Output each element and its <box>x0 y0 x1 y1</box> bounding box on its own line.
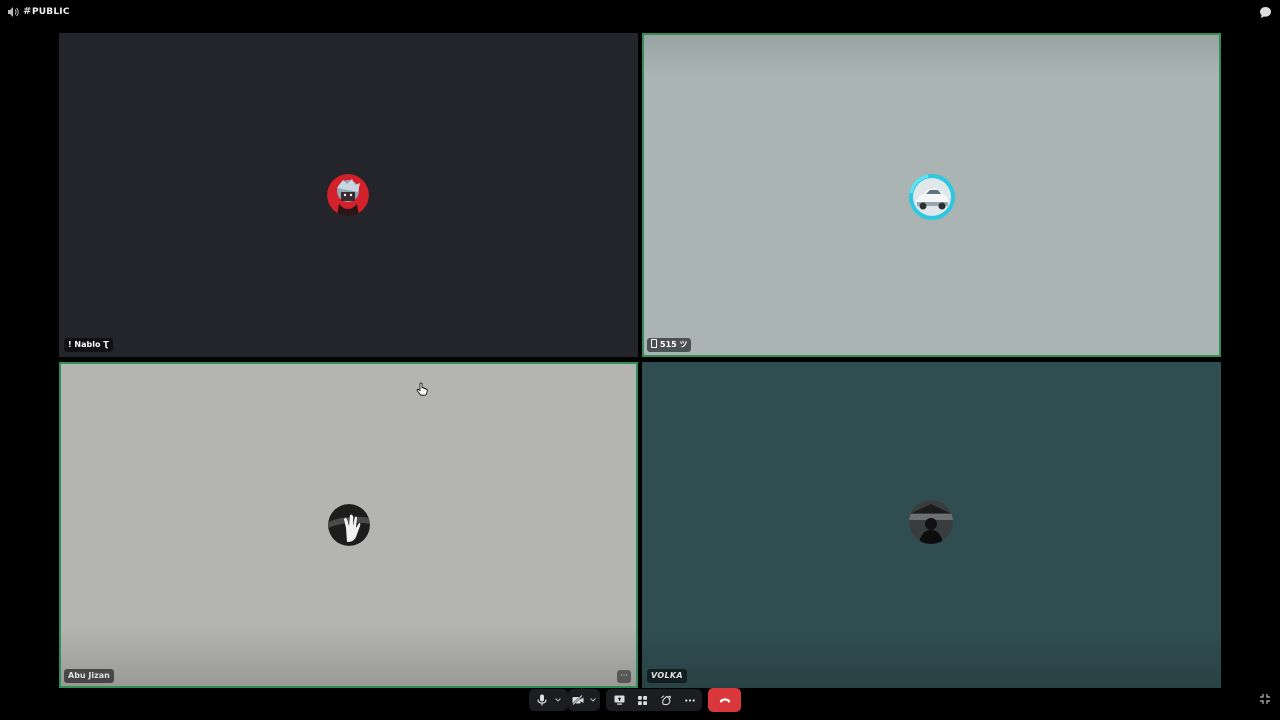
participant-name-tag: 515 ツ <box>647 338 692 352</box>
speaker-icon <box>8 7 19 17</box>
activities-button[interactable] <box>632 689 652 711</box>
participant-name: Abu Jizan <box>64 669 114 683</box>
participant-name: VOLKA <box>647 669 687 683</box>
more-options-button[interactable] <box>680 689 700 711</box>
microphone-icon <box>537 694 547 706</box>
disconnect-button[interactable] <box>708 688 741 712</box>
soundboard-button[interactable] <box>656 689 676 711</box>
participant-name: 515 ツ <box>660 340 688 349</box>
soundboard-icon <box>660 694 671 705</box>
avatar <box>327 174 369 216</box>
mute-button[interactable] <box>533 689 551 711</box>
camera-button[interactable] <box>569 689 587 711</box>
chevron-down-icon <box>590 698 596 702</box>
chevron-down-icon <box>554 698 561 702</box>
screen-share-icon <box>614 695 624 705</box>
participant-tile-515[interactable]: 515 ツ <box>642 33 1221 357</box>
avatar <box>909 500 953 544</box>
camera-off-icon <box>572 695 584 705</box>
participant-tile-nablo[interactable]: ! Nablo Ʈ <box>59 33 638 357</box>
call-controls <box>0 688 1280 720</box>
tile-more-button[interactable]: ··· <box>617 670 631 683</box>
actions-group <box>606 689 702 711</box>
avatar <box>328 504 370 546</box>
avatar <box>908 173 956 221</box>
mic-options-button[interactable] <box>551 689 564 711</box>
more-icon <box>685 698 695 702</box>
mobile-icon <box>651 339 657 348</box>
call-header: # PUBLIC <box>0 0 1280 26</box>
camera-group <box>568 689 600 711</box>
share-screen-button[interactable] <box>609 689 629 711</box>
fullscreen-exit-icon[interactable] <box>1259 693 1271 705</box>
participant-name: ! Nablo Ʈ <box>64 338 113 352</box>
channel-name[interactable]: PUBLIC <box>32 6 70 18</box>
participant-tile-volka[interactable]: VOLKA <box>642 362 1221 688</box>
mic-group <box>529 689 568 711</box>
participant-tile-abu-jizan[interactable]: Abu Jizan ··· <box>59 362 638 688</box>
end-call-icon <box>719 697 730 703</box>
chat-bubble-icon[interactable] <box>1259 6 1272 19</box>
camera-options-button[interactable] <box>587 689 599 711</box>
activities-icon <box>637 695 647 705</box>
hand-cursor-icon <box>416 382 428 396</box>
channel-hash: # <box>23 6 32 17</box>
